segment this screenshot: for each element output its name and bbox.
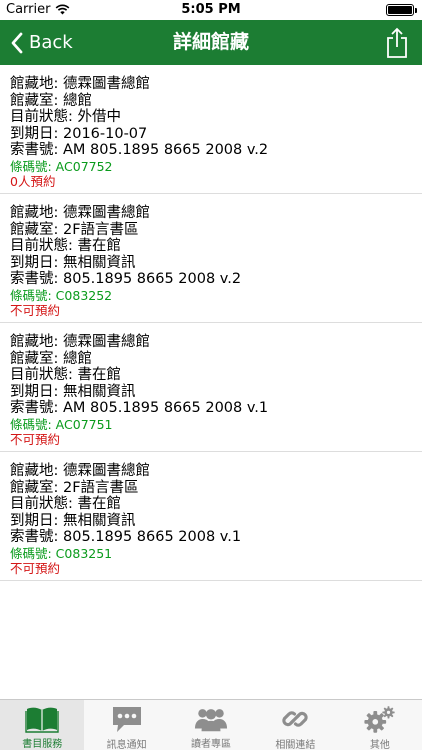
- holding-status: 目前狀態: 外借中: [10, 109, 121, 125]
- holding-call-number: 索書號: 805.1895 8665 2008 v.1: [10, 529, 242, 545]
- holding-status: 目前狀態: 書在館: [10, 367, 121, 383]
- tab-label: 書目服務: [22, 739, 63, 750]
- holding-due-date: 到期日: 無相關資訊: [10, 254, 136, 271]
- holding-due-date: 到期日: 無相關資訊: [10, 512, 136, 529]
- clock: 5:05 PM: [181, 2, 241, 17]
- tab-related-links[interactable]: 相關連結: [253, 700, 337, 750]
- tab-bar: 書目服務 訊息通知 讀者專區 相關連結 其他: [0, 699, 422, 750]
- holding-record: 館藏地: 德霖圖書總館 館藏室: 總館 目前狀態: 書在館 到期日: 無相關資訊…: [0, 323, 422, 452]
- back-button[interactable]: Back: [10, 20, 73, 65]
- chevron-left-icon: [11, 32, 23, 53]
- holding-status: 目前狀態: 書在館: [10, 238, 121, 254]
- battery-fill: [388, 6, 412, 14]
- holding-location: 館藏地: 德霖圖書總館: [10, 76, 150, 92]
- tab-other[interactable]: 其他: [338, 700, 422, 750]
- chat-bubble-icon: [110, 704, 144, 734]
- tab-bibliographic-services[interactable]: 書目服務: [0, 700, 85, 750]
- holding-reserve-status: 不可預約: [10, 560, 61, 576]
- holding-reserve-status: 不可預約: [10, 431, 61, 447]
- back-label: Back: [29, 32, 73, 53]
- share-button[interactable]: [384, 27, 410, 59]
- holding-reserve-status: 不可預約: [10, 302, 61, 318]
- users-icon: [194, 704, 228, 733]
- holding-record: 館藏地: 德霖圖書總館 館藏室: 總館 目前狀態: 外借中 到期日: 2016-…: [0, 65, 422, 194]
- holding-record: 館藏地: 德霖圖書總館 館藏室: 2F語言書區 目前狀態: 書在館 到期日: 無…: [0, 452, 422, 581]
- status-bar: Carrier 5:05 PM: [0, 0, 422, 20]
- holding-due-date: 到期日: 無相關資訊: [10, 383, 136, 400]
- navigation-bar: Back 詳細館藏: [0, 20, 422, 65]
- holding-call-number: 索書號: 805.1895 8665 2008 v.2: [10, 271, 242, 287]
- holding-reserve-status: 0人預約: [10, 173, 56, 189]
- tab-notifications[interactable]: 訊息通知: [84, 700, 168, 750]
- holding-room: 館藏室: 2F語言書區: [10, 221, 139, 238]
- holding-call-number: 索書號: AM 805.1895 8665 2008 v.2: [10, 142, 269, 158]
- holding-barcode: 條碼號: C083252: [10, 287, 113, 303]
- gear-icon: [363, 704, 397, 734]
- tab-label: 讀者專區: [191, 739, 232, 750]
- tab-label: 相關連結: [275, 740, 316, 750]
- holding-room: 館藏室: 總館: [10, 92, 92, 109]
- holding-barcode: 條碼號: AC07751: [10, 416, 113, 432]
- holding-record: 館藏地: 德霖圖書總館 館藏室: 2F語言書區 目前狀態: 書在館 到期日: 無…: [0, 194, 422, 323]
- holding-barcode: 條碼號: AC07752: [10, 158, 113, 174]
- holding-barcode: 條碼號: C083251: [10, 545, 113, 561]
- tab-label: 訊息通知: [106, 740, 147, 750]
- holding-status: 目前狀態: 書在館: [10, 496, 121, 512]
- tab-reader-area[interactable]: 讀者專區: [169, 700, 253, 750]
- holding-room: 館藏室: 2F語言書區: [10, 479, 139, 496]
- holding-room: 館藏室: 總館: [10, 350, 92, 367]
- book-icon: [25, 704, 59, 733]
- holding-location: 館藏地: 德霖圖書總館: [10, 463, 150, 479]
- holding-location: 館藏地: 德霖圖書總館: [10, 334, 150, 350]
- battery-icon: [386, 4, 417, 16]
- link-icon: [278, 704, 312, 734]
- holding-due-date: 到期日: 2016-10-07: [10, 125, 148, 142]
- share-icon: [387, 27, 407, 58]
- holdings-list: 館藏地: 德霖圖書總館 館藏室: 總館 目前狀態: 外借中 到期日: 2016-…: [0, 65, 422, 699]
- holding-call-number: 索書號: AM 805.1895 8665 2008 v.1: [10, 400, 269, 416]
- tab-label: 其他: [369, 740, 390, 750]
- holding-location: 館藏地: 德霖圖書總館: [10, 205, 150, 221]
